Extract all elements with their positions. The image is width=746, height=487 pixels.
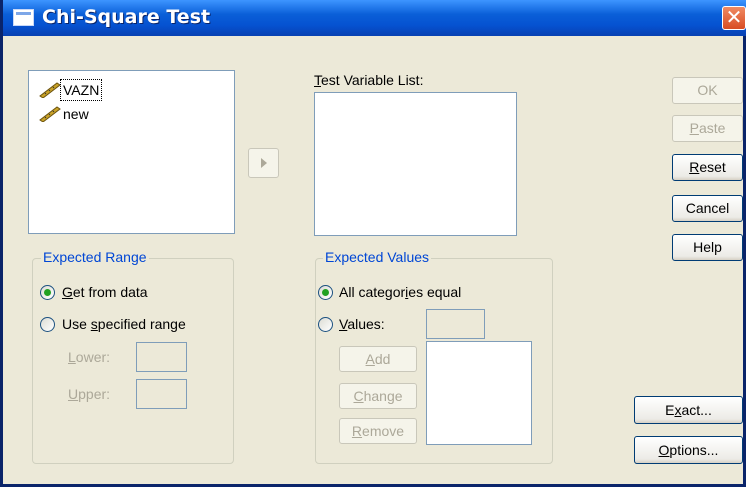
- window-icon: [13, 9, 34, 26]
- ok-button[interactable]: OK: [672, 77, 743, 104]
- remove-button[interactable]: Remove: [339, 418, 417, 444]
- test-variable-list[interactable]: [314, 92, 517, 236]
- right-arrow-icon: [260, 158, 267, 168]
- title-bar[interactable]: Chi-Square Test ✕: [3, 0, 746, 36]
- lower-field[interactable]: [136, 342, 187, 372]
- add-button[interactable]: Add: [339, 346, 417, 372]
- use-specified-range-radio[interactable]: [40, 317, 55, 332]
- cancel-button[interactable]: Cancel: [672, 195, 743, 222]
- help-button[interactable]: Help: [672, 234, 743, 261]
- paste-button[interactable]: Paste: [672, 115, 743, 142]
- change-button[interactable]: Change: [339, 383, 417, 409]
- all-categories-equal-radio[interactable]: [318, 285, 333, 300]
- values-label[interactable]: Values:: [339, 316, 385, 332]
- expected-values-title: Expected Values: [323, 249, 432, 265]
- list-item[interactable]: new: [39, 103, 91, 123]
- chi-square-dialog: Chi-Square Test ✕ VAZN new Test Variable…: [0, 0, 746, 487]
- upper-field[interactable]: [136, 379, 187, 409]
- get-from-data-radio[interactable]: [40, 285, 55, 300]
- source-variable-list[interactable]: VAZN new: [28, 70, 235, 234]
- ruler-icon: [39, 106, 61, 123]
- get-from-data-label[interactable]: Get from data: [62, 284, 148, 300]
- variable-name: VAZN: [59, 79, 103, 102]
- upper-label: Upper:: [68, 386, 111, 402]
- options-button[interactable]: Options...: [634, 436, 743, 464]
- values-radio[interactable]: [318, 317, 333, 332]
- window-title: Chi-Square Test: [42, 6, 211, 28]
- all-categories-equal-label[interactable]: All categories equal: [339, 284, 461, 300]
- expected-range-title: Expected Range: [41, 249, 149, 265]
- exact-button[interactable]: Exact...: [634, 396, 743, 424]
- move-variable-button[interactable]: [248, 148, 279, 178]
- close-button[interactable]: ✕: [722, 6, 746, 30]
- variable-name: new: [63, 106, 89, 123]
- test-variable-list-label: Test Variable List:: [314, 72, 424, 88]
- ruler-icon: [39, 82, 61, 99]
- lower-label: Lower:: [68, 349, 111, 365]
- values-input[interactable]: [426, 309, 485, 339]
- list-item[interactable]: VAZN: [39, 79, 103, 102]
- reset-button[interactable]: Reset: [672, 154, 743, 181]
- use-specified-range-label[interactable]: Use specified range: [62, 316, 186, 332]
- values-list[interactable]: [426, 341, 532, 445]
